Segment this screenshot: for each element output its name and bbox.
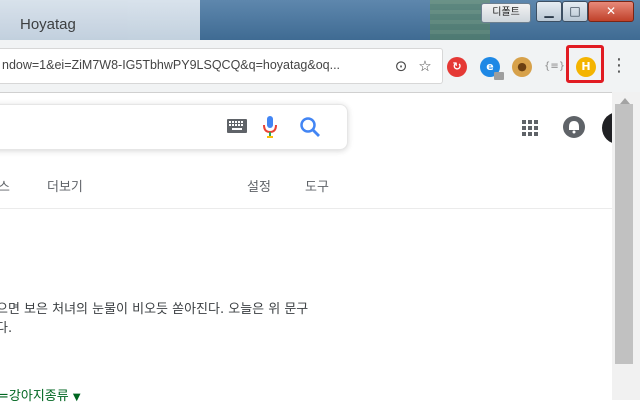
star-icon[interactable]: ☆ bbox=[416, 57, 434, 75]
tab-settings[interactable]: 설정 bbox=[247, 176, 271, 195]
cookie-extension-icon[interactable]: ● bbox=[512, 57, 532, 77]
browser-menu-icon[interactable]: ⋮ bbox=[610, 54, 628, 78]
search-nav-bar: 스 더보기 설정 도구 bbox=[0, 168, 612, 209]
location-icon[interactable]: ⊙ bbox=[392, 57, 410, 75]
snippet-line-2: 다. bbox=[0, 321, 13, 336]
search-icon[interactable] bbox=[299, 116, 321, 138]
red-extension-icon[interactable]: ↻ bbox=[447, 57, 467, 77]
maximize-button[interactable]: □ bbox=[562, 1, 588, 22]
chevron-down-icon[interactable]: ▼ bbox=[73, 392, 81, 403]
scrollbar-thumb[interactable] bbox=[615, 104, 633, 364]
tab-more[interactable]: 더보기 bbox=[47, 176, 83, 195]
apps-grid-icon[interactable] bbox=[520, 118, 540, 138]
minimize-icon: ▁ bbox=[544, 4, 554, 18]
globe-extension-icon[interactable]: e bbox=[480, 57, 504, 80]
bell-glyph-icon bbox=[569, 121, 579, 134]
result-snippet: 으면 보은 처녀의 눈물이 비오듯 쏟아진다. 오늘은 위 문구 다. bbox=[0, 300, 308, 338]
address-bar[interactable]: ndow=1&ei=ZiM7W8-IG5TbhwPY9LSQCQ&q=hoyat… bbox=[0, 48, 443, 84]
mic-icon[interactable] bbox=[262, 115, 278, 139]
close-icon: ✕ bbox=[605, 4, 617, 18]
browser-tab[interactable]: Hoyatag bbox=[0, 0, 200, 40]
minimize-button[interactable]: ▁ bbox=[536, 1, 562, 22]
result-url-link[interactable]: =강아지종류 ▼ bbox=[0, 385, 81, 404]
globe-extension-glyph: e bbox=[486, 60, 494, 73]
close-button[interactable]: ✕ bbox=[588, 1, 634, 22]
browser-toolbar: ndow=1&ei=ZiM7W8-IG5TbhwPY9LSQCQ&q=hoyat… bbox=[0, 40, 640, 93]
profile-button[interactable]: 디폴트 bbox=[481, 3, 531, 23]
keyboard-icon[interactable] bbox=[227, 119, 247, 133]
badge-icon bbox=[494, 72, 504, 80]
tab-news[interactable]: 스 bbox=[0, 176, 10, 195]
url-text[interactable]: ndow=1&ei=ZiM7W8-IG5TbhwPY9LSQCQ&q=hoyat… bbox=[2, 58, 340, 72]
braces-extension-icon[interactable]: {≡} bbox=[544, 57, 565, 77]
maximize-icon: □ bbox=[569, 4, 581, 18]
extension-highlight-box bbox=[566, 45, 604, 83]
result-url-text[interactable]: =강아지종류 bbox=[0, 389, 69, 404]
search-box[interactable] bbox=[0, 104, 348, 150]
snippet-line-1: 으면 보은 처녀의 눈물이 비오듯 쏟아진다. 오늘은 위 문구 bbox=[0, 302, 309, 317]
notifications-bell-icon[interactable] bbox=[563, 116, 585, 138]
tab-title: Hoyatag bbox=[20, 16, 76, 33]
tab-tools[interactable]: 도구 bbox=[305, 176, 329, 195]
